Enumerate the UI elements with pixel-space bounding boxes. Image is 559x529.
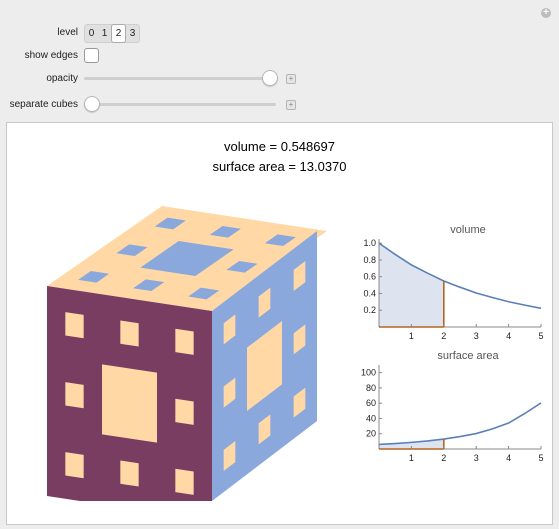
- left-hole: [65, 382, 84, 409]
- left-hole: [65, 452, 84, 479]
- x-tick-label: 5: [538, 453, 543, 463]
- x-tick-label: 4: [506, 453, 511, 463]
- y-tick-label: 0.8: [363, 255, 376, 265]
- opacity-label: opacity: [46, 73, 78, 84]
- x-tick-label: 3: [474, 453, 479, 463]
- y-tick-label: 1.0: [363, 238, 376, 248]
- y-tick-label: 0.4: [363, 288, 376, 298]
- show-edges-checkbox[interactable]: [84, 48, 99, 63]
- separate-cubes-label: separate cubes: [9, 99, 78, 110]
- x-tick-label: 3: [474, 331, 479, 341]
- y-tick-label: 80: [366, 383, 376, 393]
- opacity-slider-thumb[interactable]: [262, 70, 278, 86]
- x-tick-label: 2: [441, 331, 446, 341]
- y-tick-label: 40: [366, 413, 376, 423]
- separate-cubes-slider-track[interactable]: [84, 103, 276, 106]
- separate-cubes-slider-thumb[interactable]: [84, 96, 100, 112]
- level-option-1[interactable]: 1: [98, 25, 111, 42]
- left-hole: [175, 468, 194, 495]
- x-tick-label: 1: [409, 453, 414, 463]
- y-tick-label: 60: [366, 398, 376, 408]
- surface-area-chart: surface area 1 2 3 4 5 20 40 60 80 100: [361, 350, 544, 463]
- y-tick-label: 0.6: [363, 272, 376, 282]
- chart-title: surface area: [437, 350, 499, 362]
- series-line: [378, 402, 542, 446]
- level-option-2[interactable]: 2: [111, 24, 126, 43]
- left-hole: [65, 312, 84, 339]
- menger-sponge-graphic[interactable]: [42, 201, 342, 501]
- level-option-0[interactable]: 0: [85, 25, 98, 42]
- left-hole: [175, 328, 194, 355]
- left-hole: [175, 398, 194, 425]
- show-edges-label: show edges: [24, 50, 78, 61]
- left-hole: [102, 364, 157, 443]
- level-option-3[interactable]: 3: [126, 25, 139, 42]
- opacity-slider-track[interactable]: [84, 77, 276, 80]
- level-label: level: [57, 27, 78, 38]
- x-tick-label: 5: [538, 331, 543, 341]
- chart-title: volume: [450, 224, 485, 236]
- y-tick-label: 0.2: [363, 305, 376, 315]
- x-tick-label: 2: [441, 453, 446, 463]
- surface-area-readout: surface area = 13.0370: [212, 159, 347, 174]
- volume-chart: volume 1 2 3 4 5 0.2 0.4 0.6 0.8 1.0: [363, 224, 543, 341]
- left-hole: [120, 320, 139, 347]
- y-tick-label: 20: [366, 429, 376, 439]
- filled-area: [379, 243, 444, 327]
- volume-readout: volume = 0.548697: [224, 139, 335, 154]
- left-hole: [120, 460, 139, 487]
- y-tick-label: 100: [361, 368, 376, 378]
- expand-icon[interactable]: +: [541, 8, 551, 18]
- separate-cubes-expand-icon[interactable]: +: [286, 100, 296, 110]
- output-panel: volume = 0.548697 surface area = 13.0370…: [6, 122, 553, 525]
- level-selector[interactable]: 0 1 2 3: [84, 24, 140, 43]
- x-tick-label: 1: [409, 331, 414, 341]
- x-tick-label: 4: [506, 331, 511, 341]
- opacity-expand-icon[interactable]: +: [286, 74, 296, 84]
